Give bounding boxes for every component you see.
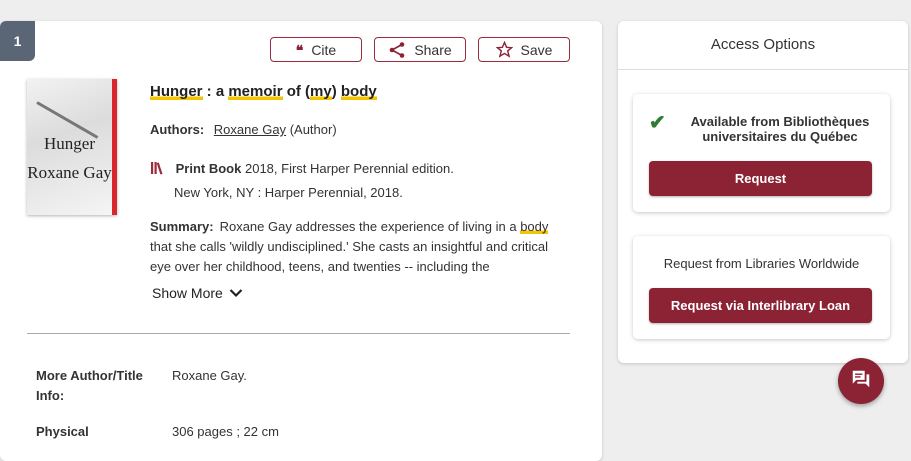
- cite-button[interactable]: ❝ Cite: [270, 37, 362, 62]
- cite-label: Cite: [311, 41, 337, 58]
- authors-row: Authors: Roxane Gay (Author): [150, 122, 337, 137]
- interlibrary-box: Request from Libraries Worldwide Request…: [633, 236, 890, 339]
- cover-title: Hunger: [44, 134, 95, 153]
- save-button[interactable]: Save: [478, 37, 570, 62]
- share-label: Share: [414, 41, 452, 58]
- check-icon: ✔: [649, 112, 666, 134]
- detail-label-author-info: More Author/Title Info:: [36, 368, 143, 403]
- chevron-down-icon: [229, 285, 243, 301]
- author-link[interactable]: Roxane Gay: [214, 122, 286, 137]
- access-options-panel: Access Options ✔ Available from Biblioth…: [618, 21, 908, 363]
- show-more-label: Show More: [152, 285, 223, 301]
- cover-author: Roxane Gay: [27, 163, 112, 182]
- summary-label: Summary:: [150, 219, 214, 234]
- quote-icon: ❝: [295, 41, 304, 58]
- cover-spine: [112, 79, 117, 215]
- divider: [27, 333, 570, 334]
- author-role: (Author): [289, 122, 337, 137]
- book-icon: [150, 161, 170, 176]
- publisher: New York, NY : Harper Perennial, 2018.: [174, 185, 403, 200]
- book-cover-image[interactable]: Hunger Roxane Gay: [27, 79, 117, 215]
- save-label: Save: [520, 41, 553, 58]
- summary: Summary: Roxane Gay addresses the experie…: [150, 219, 549, 274]
- detail-value-physical: 306 pages ; 22 cm: [172, 424, 279, 439]
- result-number: 1: [0, 21, 35, 61]
- detail-label-physical: Physical: [36, 424, 89, 439]
- edition: 2018, First Harper Perennial edition.: [244, 161, 454, 176]
- availability-box: ✔ Available from Bibliothèques universit…: [633, 94, 890, 212]
- authors-label: Authors:: [150, 122, 205, 137]
- format-label: Print Book: [175, 161, 242, 176]
- show-more-button[interactable]: Show More: [152, 285, 243, 301]
- book-title[interactable]: Hunger : a memoir of (my) body: [150, 83, 377, 100]
- share-button[interactable]: Share: [374, 37, 466, 62]
- star-icon: [495, 41, 513, 58]
- availability-text: Available from Bibliothèques universitai…: [690, 114, 870, 144]
- chat-icon: [850, 368, 872, 395]
- access-options-title: Access Options: [618, 21, 908, 70]
- format-info: Print Book 2018, First Harper Perennial …: [150, 157, 454, 205]
- detail-value-author-info: Roxane Gay.: [172, 368, 247, 383]
- worldwide-text: Request from Libraries Worldwide: [663, 256, 860, 271]
- chat-button[interactable]: [838, 358, 884, 404]
- interlibrary-loan-button[interactable]: Request via Interlibrary Loan: [649, 288, 872, 323]
- request-button[interactable]: Request: [649, 161, 872, 196]
- result-card: 1 ❝ Cite Share Save Hunger Roxane Gay Hu…: [0, 21, 602, 461]
- share-icon: [388, 41, 406, 59]
